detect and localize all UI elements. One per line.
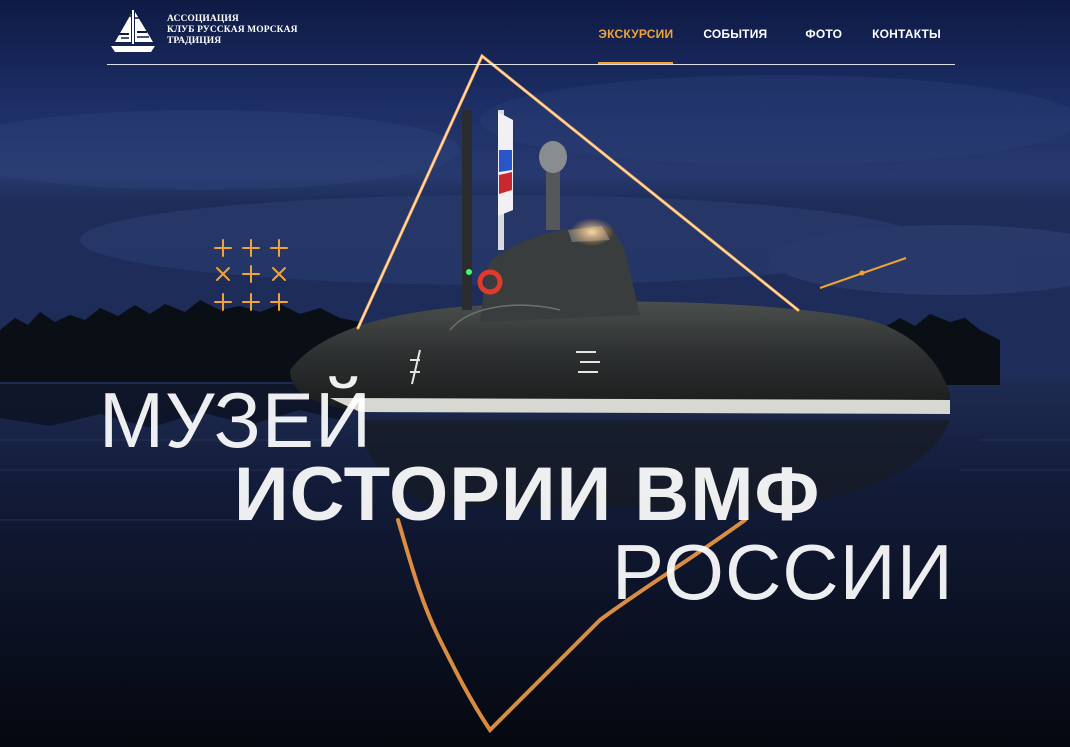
logo-line-1: АССОЦИАЦИЯ xyxy=(167,13,239,24)
logo-text: АССОЦИАЦИЯ КЛУБ РУССКАЯ МОРСКАЯ ТРАДИЦИЯ xyxy=(167,14,298,47)
nav-item-contacts[interactable]: КОНТАКТЫ xyxy=(872,27,941,41)
nav-item-events[interactable]: СОБЫТИЯ xyxy=(703,27,767,41)
logo-line-3: ТРАДИЦИЯ xyxy=(167,35,222,46)
sailboat-icon xyxy=(111,10,155,52)
main-nav: ЭКСКУРСИИ СОБЫТИЯ ФОТО КОНТАКТЫ xyxy=(568,27,941,64)
nav-item-photo[interactable]: ФОТО xyxy=(805,27,842,41)
site-logo[interactable]: АССОЦИАЦИЯ КЛУБ РУССКАЯ МОРСКАЯ ТРАДИЦИЯ xyxy=(107,6,298,54)
site-header: АССОЦИАЦИЯ КЛУБ РУССКАЯ МОРСКАЯ ТРАДИЦИЯ… xyxy=(107,0,955,65)
logo-line-2: КЛУБ РУССКАЯ МОРСКАЯ xyxy=(167,24,298,35)
hero-title-line-3: РОССИИ xyxy=(612,528,954,616)
hero-section xyxy=(0,0,1070,747)
hero-title-line-2: ИСТОРИИ ВМФ xyxy=(234,452,821,537)
hero-title-line-1: МУЗЕЙ xyxy=(99,376,373,464)
nav-item-excursions[interactable]: ЭКСКУРСИИ xyxy=(598,27,674,64)
hero-background-photo xyxy=(0,0,1070,747)
